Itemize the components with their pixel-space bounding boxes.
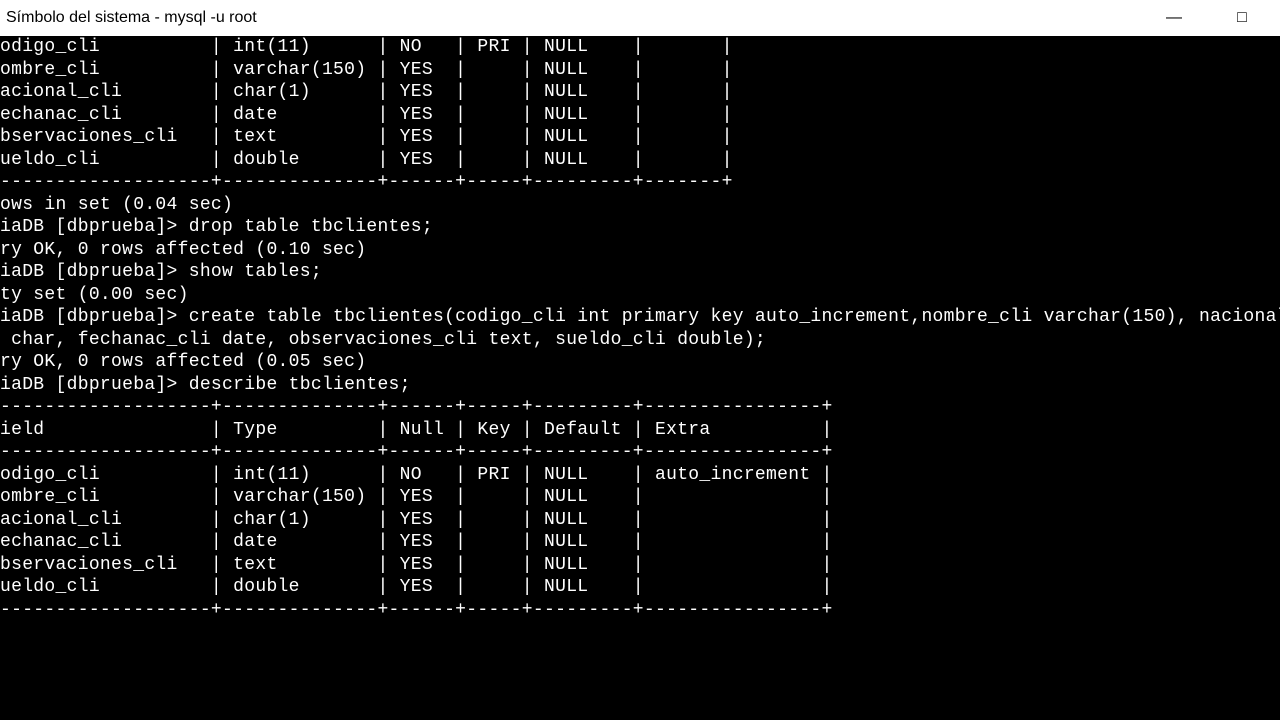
terminal-line: -------------------+--------------+-----…	[0, 441, 1280, 464]
terminal-line: iaDB [dbprueba]> show tables;	[0, 261, 1280, 284]
terminal-line: ry OK, 0 rows affected (0.10 sec)	[0, 239, 1280, 262]
terminal-line: acional_cli | char(1) | YES | | NULL | |	[0, 81, 1280, 104]
terminal-line: ield | Type | Null | Key | Default | Ext…	[0, 419, 1280, 442]
terminal-line: ueldo_cli | double | YES | | NULL | |	[0, 149, 1280, 172]
terminal-line: char, fechanac_cli date, observaciones_c…	[0, 329, 1280, 352]
terminal-line: echanac_cli | date | YES | | NULL | |	[0, 104, 1280, 127]
window-title: Símbolo del sistema - mysql -u root	[6, 7, 1154, 30]
terminal-line: iaDB [dbprueba]> create table tbclientes…	[0, 306, 1280, 329]
window-titlebar[interactable]: Símbolo del sistema - mysql -u root — □	[0, 0, 1280, 36]
terminal-line: ry OK, 0 rows affected (0.05 sec)	[0, 351, 1280, 374]
terminal-line: bservaciones_cli | text | YES | | NULL |…	[0, 554, 1280, 577]
terminal-line: acional_cli | char(1) | YES | | NULL | |	[0, 509, 1280, 532]
terminal-line: ty set (0.00 sec)	[0, 284, 1280, 307]
terminal-line: -------------------+--------------+-----…	[0, 171, 1280, 194]
terminal-line: echanac_cli | date | YES | | NULL | |	[0, 531, 1280, 554]
window-controls: — □	[1154, 7, 1274, 30]
terminal-line: bservaciones_cli | text | YES | | NULL |…	[0, 126, 1280, 149]
terminal-output[interactable]: odigo_cli | int(11) | NO | PRI | NULL | …	[0, 36, 1280, 621]
terminal-line: odigo_cli | int(11) | NO | PRI | NULL | …	[0, 464, 1280, 487]
terminal-line: -------------------+--------------+-----…	[0, 396, 1280, 419]
minimize-icon[interactable]: —	[1154, 7, 1194, 30]
maximize-icon[interactable]: □	[1222, 7, 1262, 30]
terminal-line: ows in set (0.04 sec)	[0, 194, 1280, 217]
terminal-line: ueldo_cli | double | YES | | NULL | |	[0, 576, 1280, 599]
terminal-line: iaDB [dbprueba]> describe tbclientes;	[0, 374, 1280, 397]
terminal-line: iaDB [dbprueba]> drop table tbclientes;	[0, 216, 1280, 239]
terminal-line: ombre_cli | varchar(150) | YES | | NULL …	[0, 59, 1280, 82]
terminal-line: ombre_cli | varchar(150) | YES | | NULL …	[0, 486, 1280, 509]
terminal-line: -------------------+--------------+-----…	[0, 599, 1280, 622]
terminal-line: odigo_cli | int(11) | NO | PRI | NULL | …	[0, 36, 1280, 59]
